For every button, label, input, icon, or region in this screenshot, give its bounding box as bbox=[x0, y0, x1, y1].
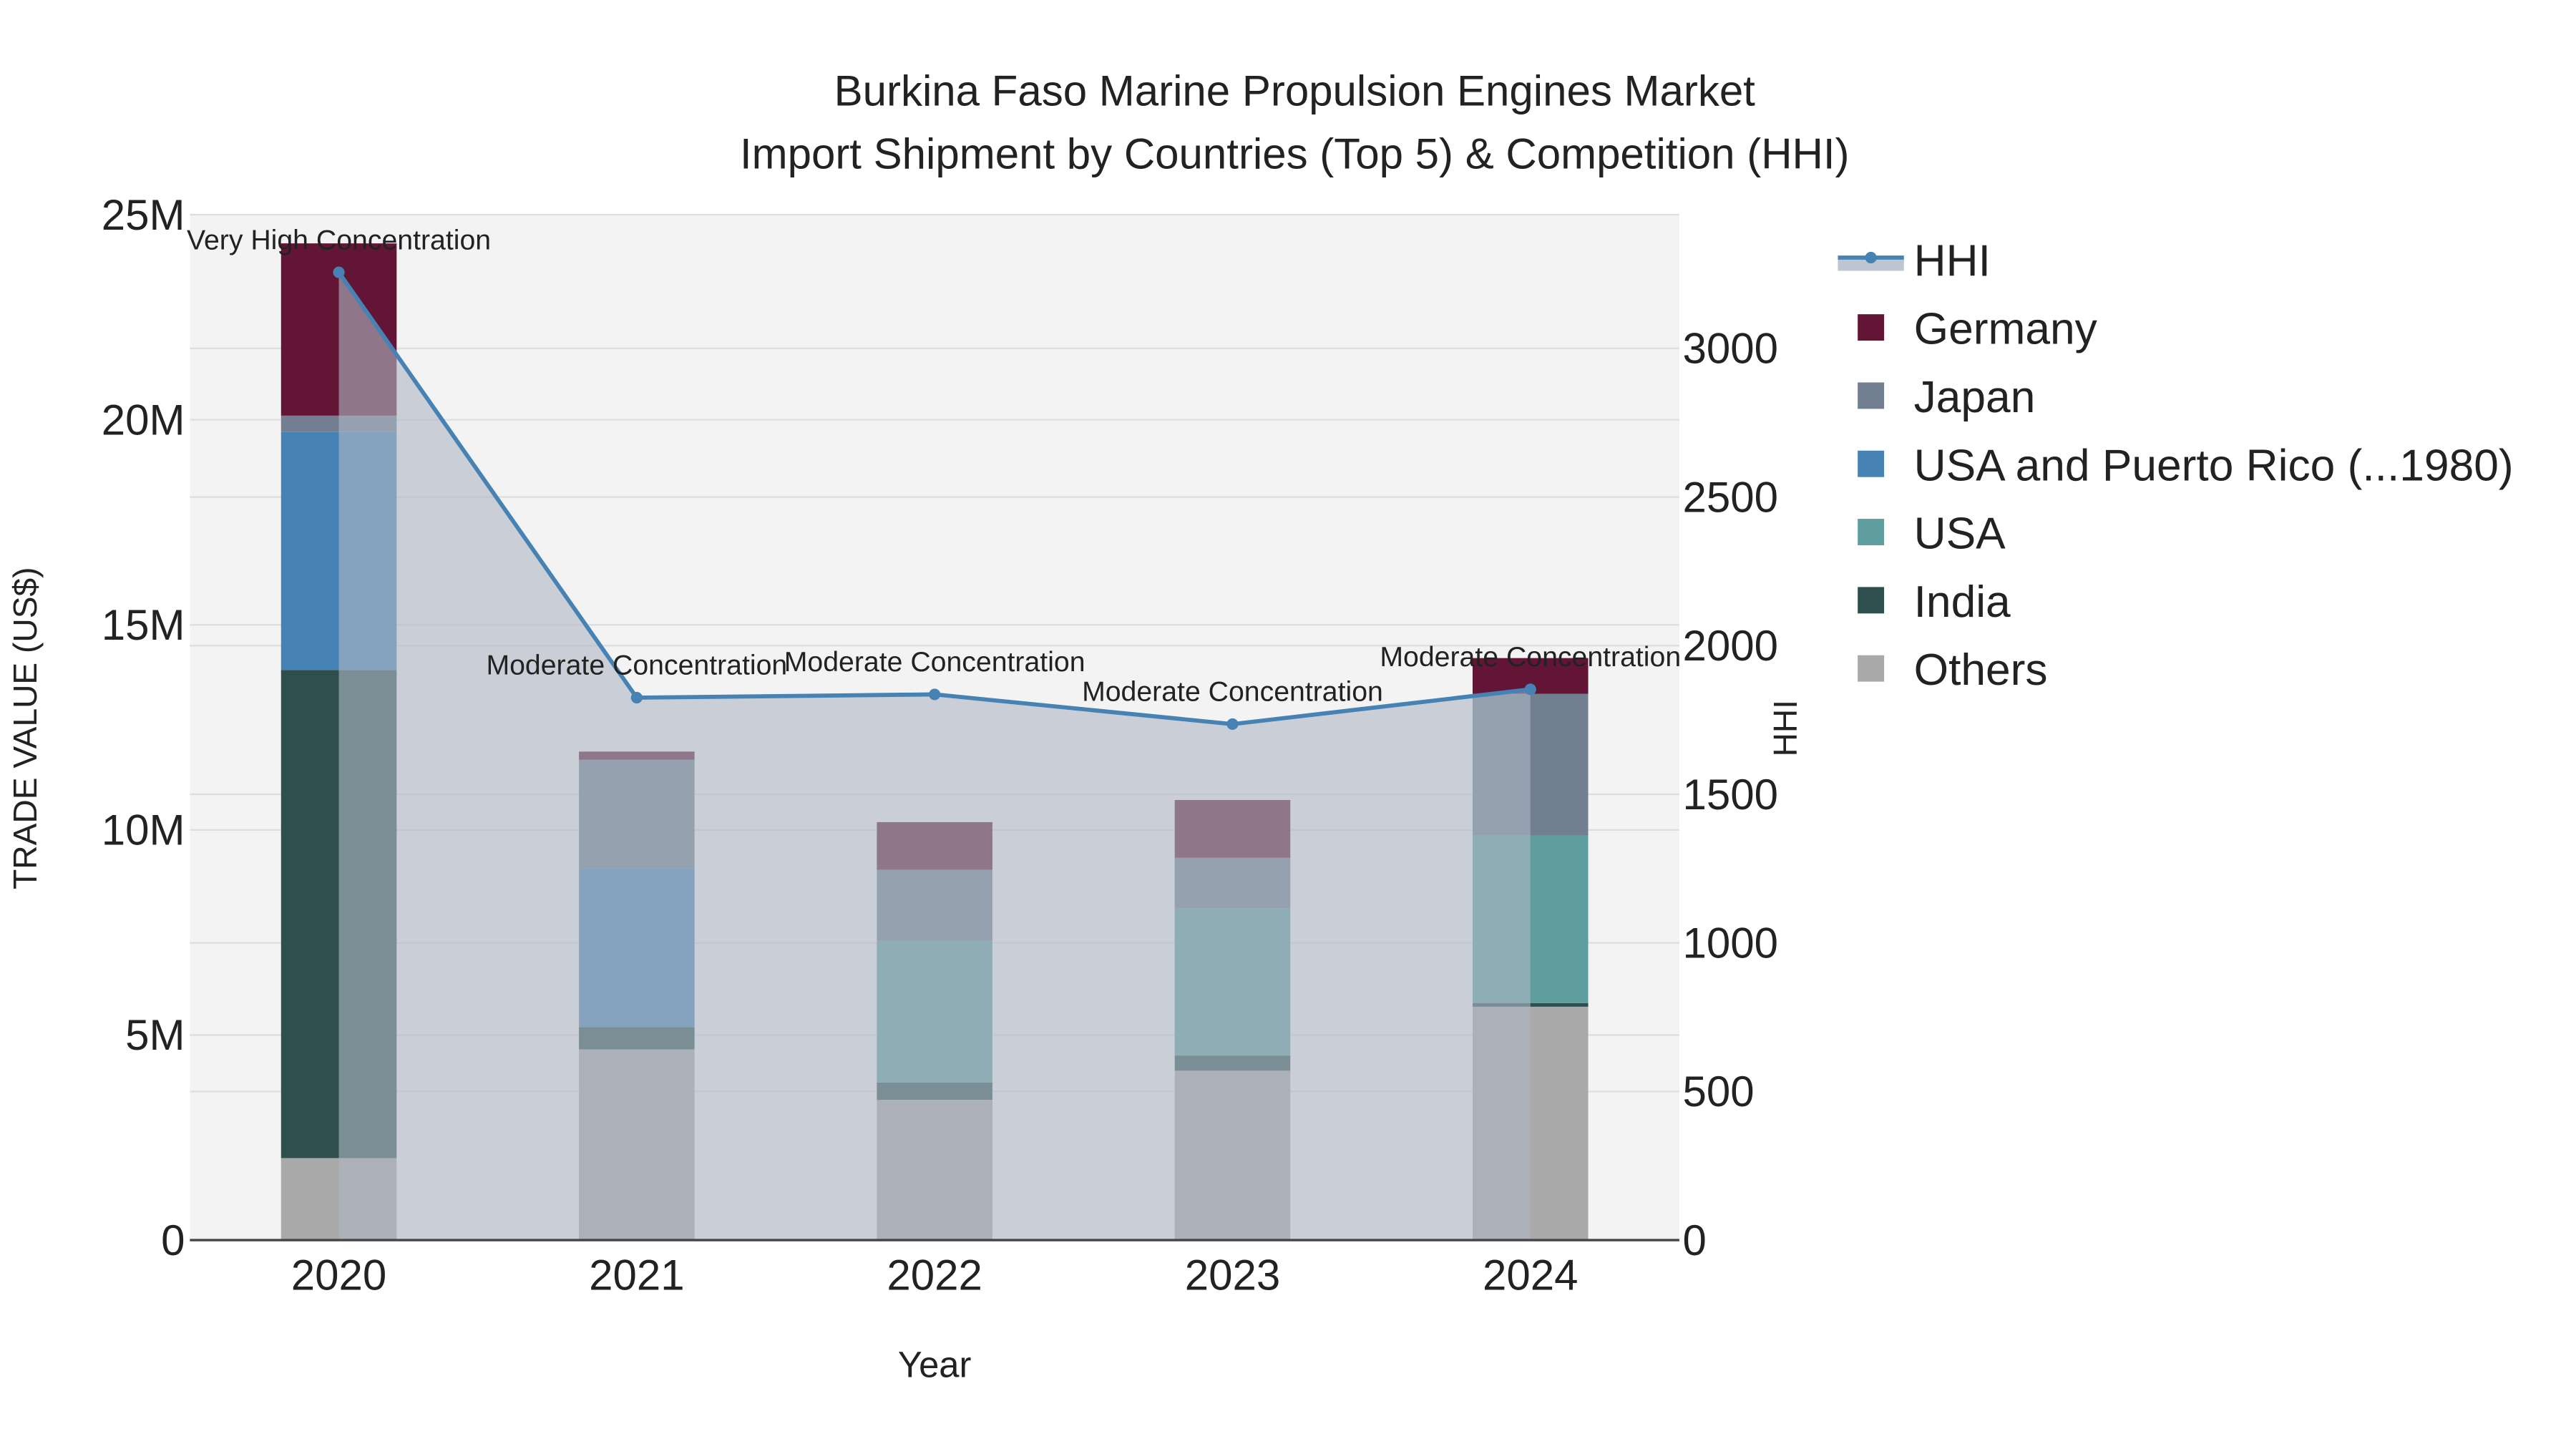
legend-label: Japan bbox=[1914, 373, 2036, 422]
x-tick-label: 2021 bbox=[589, 1251, 684, 1299]
legend-swatch-hhi-marker bbox=[1865, 251, 1877, 264]
y2-axis-title: HHI bbox=[1767, 700, 1804, 756]
x-tick-label: 2022 bbox=[887, 1251, 982, 1299]
y-axis-title: TRADE VALUE (US$) bbox=[6, 567, 44, 889]
x-axis-title: Year bbox=[898, 1345, 972, 1385]
legend: HHI Germany Japan USA and Puerto Rico (...1… bbox=[1838, 236, 2514, 695]
legend-swatch bbox=[1858, 655, 1885, 682]
legend-swatch bbox=[1858, 382, 1885, 409]
y-tick-label: 15M bbox=[102, 601, 185, 649]
legend-label: Others bbox=[1914, 645, 2048, 695]
x-tick-label: 2020 bbox=[291, 1251, 386, 1299]
hhi-point bbox=[1524, 683, 1536, 696]
chart-title-line2: Import Shipment by Countries (Top 5) & C… bbox=[740, 130, 1850, 177]
chart: Burkina Faso Marine Propulsion Engines M… bbox=[6, 67, 2514, 1385]
legend-label: India bbox=[1914, 577, 2011, 627]
y2-tick-label: 1500 bbox=[1683, 771, 1778, 819]
y-tick-label: 10M bbox=[102, 806, 185, 854]
y-tick-label: 0 bbox=[161, 1216, 185, 1264]
y-tick-label: 25M bbox=[102, 191, 185, 239]
y2-tick-label: 500 bbox=[1683, 1068, 1755, 1116]
y2-tick-label: 2500 bbox=[1683, 473, 1778, 521]
hhi-point bbox=[333, 266, 345, 278]
hhi-annotation: Moderate Concentration bbox=[1082, 676, 1383, 708]
legend-label: USA bbox=[1914, 509, 2006, 559]
y2-tick-label: 3000 bbox=[1683, 325, 1778, 373]
legend-label: Germany bbox=[1914, 305, 2098, 354]
y-tick-label: 5M bbox=[125, 1011, 185, 1059]
y2-tick-label: 2000 bbox=[1683, 622, 1778, 670]
legend-swatch bbox=[1858, 314, 1885, 341]
hhi-annotation: Very High Concentration bbox=[187, 224, 491, 255]
hhi-annotation: Moderate Concentration bbox=[1380, 641, 1681, 673]
legend-swatch bbox=[1858, 450, 1885, 477]
legend-label: USA and Puerto Rico (...1980) bbox=[1914, 441, 2514, 490]
hhi-annotation: Moderate Concentration bbox=[784, 646, 1085, 678]
x-tick-label: 2024 bbox=[1483, 1251, 1578, 1299]
legend-swatch bbox=[1858, 519, 1885, 545]
chart-title-line1: Burkina Faso Marine Propulsion Engines M… bbox=[834, 67, 1756, 115]
hhi-point bbox=[630, 691, 643, 704]
x-tick-label: 2023 bbox=[1185, 1251, 1280, 1299]
y-tick-label: 20M bbox=[102, 396, 185, 444]
hhi-point bbox=[1226, 718, 1239, 731]
hhi-point bbox=[929, 688, 941, 701]
legend-swatch bbox=[1858, 587, 1885, 614]
y2-tick-label: 1000 bbox=[1683, 919, 1778, 967]
hhi-annotation: Moderate Concentration bbox=[486, 650, 787, 681]
legend-label: HHI bbox=[1914, 236, 1991, 286]
y2-tick-label: 0 bbox=[1683, 1216, 1707, 1264]
